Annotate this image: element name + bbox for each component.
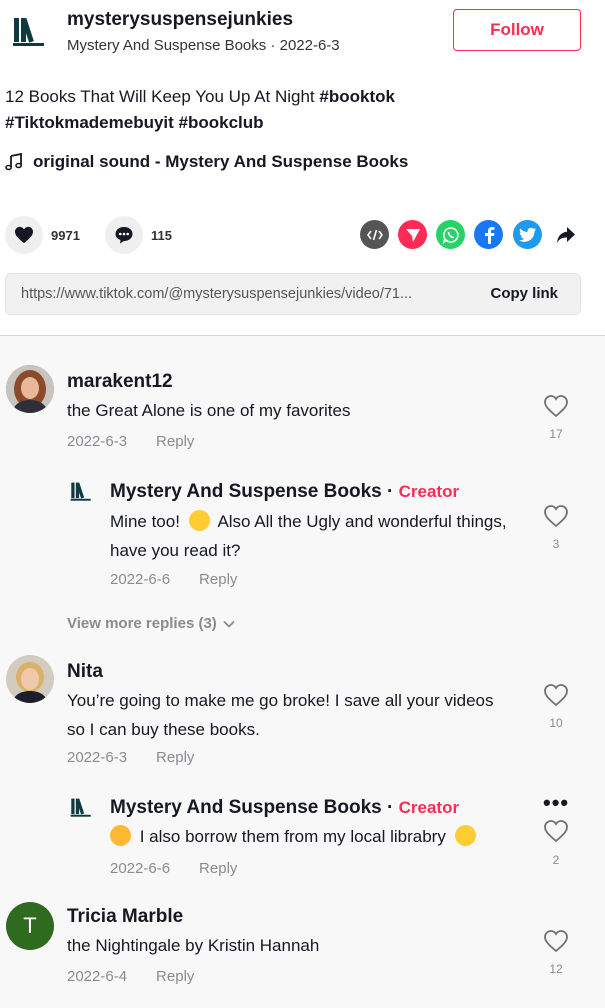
books-logo-icon[interactable] [70, 480, 92, 502]
more-options-icon[interactable]: ••• [543, 790, 569, 816]
creator-badge: Creator [398, 798, 460, 817]
comment-author[interactable]: Tricia Marble [67, 906, 183, 928]
heart-outline-icon[interactable] [543, 929, 569, 953]
description-text: 12 Books That Will Keep You Up At Night [5, 87, 320, 106]
comments-section: marakent12 the Great Alone is one of my … [0, 335, 605, 1008]
music-title: original sound - Mystery And Suspense Bo… [33, 152, 409, 171]
books-logo-icon[interactable] [12, 14, 46, 48]
comment-bubble-icon [115, 227, 133, 244]
comment-count: 115 [151, 227, 172, 243]
reply-button[interactable]: Reply [199, 571, 237, 588]
heart-outline-icon[interactable] [543, 819, 569, 843]
avatar-letter: T [23, 913, 37, 938]
comment-meta: 2022-6-3 Reply [67, 433, 194, 450]
heart-outline-icon[interactable] [543, 683, 569, 707]
post-header: mysterysuspensejunkies Mystery And Suspe… [0, 0, 605, 335]
rofl-emoji-icon [110, 825, 131, 846]
like-count: 9971 [51, 227, 80, 243]
comment-meta: 2022-6-3 Reply [67, 749, 194, 766]
like-button[interactable] [5, 216, 43, 254]
send-arrow-icon [405, 228, 420, 242]
hashtag-booktok[interactable]: #booktok [319, 87, 395, 106]
hashtag-bookclub[interactable]: #bookclub [179, 113, 264, 132]
author-subtitle: Mystery And Suspense Books · 2022-6-3 [67, 37, 340, 54]
twitter-bird-icon [518, 227, 536, 242]
reply-text-part: I also borrow them from my local librabr… [135, 827, 451, 846]
heart-filled-icon [15, 226, 33, 244]
books-logo-icon[interactable] [70, 796, 92, 818]
reply-button[interactable]: Reply [156, 749, 194, 766]
separator-dot: · [387, 797, 394, 818]
whatsapp-icon [442, 226, 459, 244]
reply-author[interactable]: Mystery And Suspense Books · Creator [110, 481, 459, 503]
copy-link-button[interactable]: Copy link [490, 285, 558, 302]
facebook-icon [484, 226, 494, 244]
comment-date: 2022-6-4 [67, 968, 128, 985]
view-more-label: View more replies (3) [67, 615, 217, 632]
video-description: 12 Books That Will Keep You Up At Night … [5, 84, 565, 136]
embed-code-icon [366, 229, 383, 240]
twitter-share-button[interactable] [513, 220, 542, 249]
heart-outline-icon[interactable] [543, 394, 569, 418]
user-photo-icon [6, 655, 54, 703]
comment-like-count: 17 [549, 427, 563, 441]
reply-date: 2022-6-6 [110, 571, 171, 588]
comment-like-count: 12 [549, 962, 563, 976]
comment-text: the Nightingale by Kristin Hannah [67, 936, 320, 955]
author-handle[interactable]: mysterysuspensejunkies [67, 9, 293, 31]
like-action[interactable]: 9971 [5, 216, 80, 254]
reply-button[interactable]: Reply [156, 968, 194, 985]
comment-author[interactable]: Nita [67, 661, 103, 683]
reply-like-count: 3 [552, 537, 560, 551]
reply-button[interactable]: Reply [199, 860, 237, 877]
comment-meta: 2022-6-4 Reply [67, 968, 194, 985]
share-arrow-icon [556, 226, 575, 243]
comment-date: 2022-6-3 [67, 749, 128, 766]
action-bar: 9971 115 [5, 216, 600, 254]
comment-button[interactable] [105, 216, 143, 254]
reply-button[interactable]: Reply [156, 433, 194, 450]
avatar[interactable]: T [6, 902, 54, 950]
comment-text: the Great Alone is one of my favorites [67, 401, 351, 420]
embed-button[interactable] [360, 220, 389, 249]
comment-action[interactable]: 115 [105, 216, 172, 254]
facebook-share-button[interactable] [474, 220, 503, 249]
comment-date: 2022-6-3 [67, 433, 128, 450]
reply-author-name: Mystery And Suspense Books [110, 481, 382, 502]
reply-text-part: Mine too! [110, 512, 185, 531]
chevron-down-icon [223, 620, 235, 628]
follow-button[interactable]: Follow [453, 9, 581, 51]
comment-text: You’re going to make me go broke! I save… [67, 691, 494, 739]
hashtag-tiktokmademebuyit[interactable]: #Tiktokmademebuyit [5, 113, 174, 132]
send-to-friends-button[interactable] [398, 220, 427, 249]
whatsapp-share-button[interactable] [436, 220, 465, 249]
music-link[interactable]: original sound - Mystery And Suspense Bo… [5, 152, 408, 172]
reply-meta: 2022-6-6 Reply [110, 571, 237, 588]
reply-text: Mine too! Also All the Ugly and wonderfu… [110, 507, 510, 565]
music-note-icon [5, 153, 22, 171]
video-url[interactable]: https://www.tiktok.com/@mysterysuspensej… [21, 286, 471, 302]
reply-date: 2022-6-6 [110, 860, 171, 877]
avatar[interactable] [6, 365, 54, 413]
grinning-emoji-icon [454, 825, 476, 846]
comment-like-count: 10 [549, 716, 563, 730]
user-photo-icon [6, 365, 54, 413]
reply-text: I also borrow them from my local librabr… [110, 822, 530, 851]
more-share-button[interactable] [551, 220, 580, 249]
heart-outline-icon[interactable] [543, 504, 569, 528]
view-more-replies-button[interactable]: View more replies (3) [67, 615, 235, 632]
comment-author[interactable]: marakent12 [67, 371, 173, 393]
video-link-box: https://www.tiktok.com/@mysterysuspensej… [5, 273, 581, 315]
avatar[interactable] [6, 655, 54, 703]
reply-author-name: Mystery And Suspense Books [110, 797, 382, 818]
heart-eyes-emoji-icon [188, 510, 210, 531]
reply-meta: 2022-6-6 Reply [110, 860, 237, 877]
separator-dot: · [387, 481, 394, 502]
reply-author[interactable]: Mystery And Suspense Books · Creator [110, 797, 459, 819]
creator-badge: Creator [398, 482, 460, 501]
reply-like-count: 2 [552, 853, 560, 867]
